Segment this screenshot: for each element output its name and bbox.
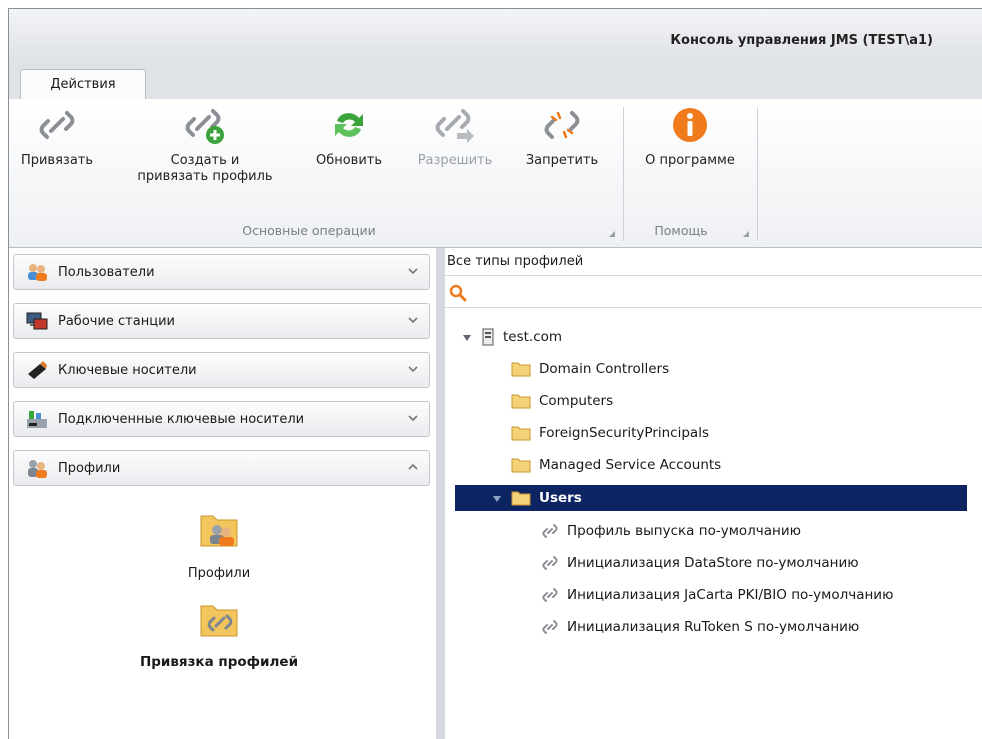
chain-link-icon	[542, 588, 558, 602]
tree-node-profile[interactable]: Инициализация DataStore по-умолчанию	[541, 550, 859, 576]
chevron-down-icon	[408, 415, 418, 422]
chevron-up-icon	[408, 463, 418, 470]
about-button[interactable]: О программе	[631, 105, 749, 169]
tree-node-folder[interactable]: ForeignSecurityPrincipals	[511, 420, 709, 446]
title-bar: Консоль управления JMS (TEST\a1)	[9, 9, 982, 61]
tree-node-domain[interactable]: test.com	[481, 324, 562, 350]
profiles-item[interactable]: Профили	[159, 506, 279, 581]
tree-node-folder[interactable]: Domain Controllers	[511, 356, 669, 382]
tree-node-profile[interactable]: Профиль выпуска по-умолчанию	[541, 518, 801, 544]
group-label-main: Основные операции	[242, 223, 376, 238]
users-icon	[28, 264, 47, 281]
group-launcher-help[interactable]	[743, 231, 749, 237]
deny-button[interactable]: Запретить	[514, 105, 610, 169]
profiles-folder-icon	[200, 515, 238, 547]
profile-binding-folder-icon	[200, 605, 238, 637]
folder-icon	[511, 458, 531, 473]
app-window: Консоль управления JMS (TEST\a1) Действи…	[8, 8, 982, 739]
chain-link-icon	[542, 556, 558, 570]
domain-server-icon	[482, 328, 494, 346]
window-title: Консоль управления JMS (TEST\a1)	[670, 33, 933, 48]
bind-button[interactable]: Привязать	[15, 105, 99, 169]
search-bar[interactable]	[445, 278, 982, 308]
tree-expander[interactable]	[463, 335, 471, 341]
tree-node-users-selected[interactable]: Users	[455, 485, 967, 511]
nav-item-workstations[interactable]: Рабочие станции	[13, 303, 430, 339]
chevron-down-icon	[408, 317, 418, 324]
profile-type-filter[interactable]: Все типы профилей	[445, 248, 982, 276]
tab-actions[interactable]: Действия	[20, 69, 146, 100]
profile-binding-item[interactable]: Привязка профилей	[119, 596, 319, 670]
nav-item-profiles[interactable]: Профили	[13, 450, 430, 486]
tree-node-folder[interactable]: Computers	[511, 388, 613, 414]
broken-chain-icon	[544, 111, 580, 139]
usb-token-icon	[28, 361, 47, 379]
tree-node-folder[interactable]: Managed Service Accounts	[511, 452, 721, 478]
chain-link-icon	[542, 524, 558, 538]
ribbon-tabstrip: Действия	[9, 61, 982, 100]
chain-link-icon	[39, 111, 75, 139]
nav-item-connected-media[interactable]: Подключенные ключевые носители	[13, 401, 430, 437]
tree-node-profile[interactable]: Инициализация JaCarta PKI/BIO по-умолчан…	[541, 582, 893, 608]
group-launcher-main[interactable]	[609, 231, 615, 237]
chain-allow-icon	[435, 109, 474, 143]
group-label-help: Помощь	[654, 223, 708, 238]
create-bind-profile-button[interactable]: Создать и привязать профиль	[125, 105, 285, 185]
ribbon: Привязать Создать и привязать профиль Об…	[9, 99, 982, 248]
folder-icon	[511, 491, 531, 506]
profiles-tree-pane: Все типы профилей test.com Domain Contro…	[445, 248, 982, 739]
group-separator	[757, 107, 758, 241]
tree-node-profile[interactable]: Инициализация RuToken S по-умолчанию	[541, 614, 859, 640]
chevron-down-icon	[408, 268, 418, 275]
nav-item-key-media[interactable]: Ключевые носители	[13, 352, 430, 388]
nav-item-users[interactable]: Пользователи	[13, 254, 430, 290]
chain-link-icon	[542, 620, 558, 634]
connected-tokens-icon	[27, 411, 47, 428]
tree-expander[interactable]	[493, 496, 501, 502]
refresh-icon	[335, 113, 363, 137]
folder-icon	[511, 394, 531, 409]
chevron-down-icon	[408, 366, 418, 373]
workstations-icon	[26, 312, 48, 330]
chain-add-icon	[185, 109, 224, 144]
folder-icon	[511, 426, 531, 441]
info-icon	[673, 108, 707, 142]
search-icon	[449, 284, 467, 302]
folder-icon	[511, 362, 531, 377]
navigation-pane: Пользователи Рабочие станции Ключевые но…	[9, 248, 436, 739]
refresh-button[interactable]: Обновить	[307, 105, 391, 169]
profiles-icon	[28, 460, 47, 478]
allow-button[interactable]: Разрешить	[407, 105, 503, 169]
pane-splitter[interactable]	[436, 248, 445, 739]
group-separator	[623, 107, 624, 241]
